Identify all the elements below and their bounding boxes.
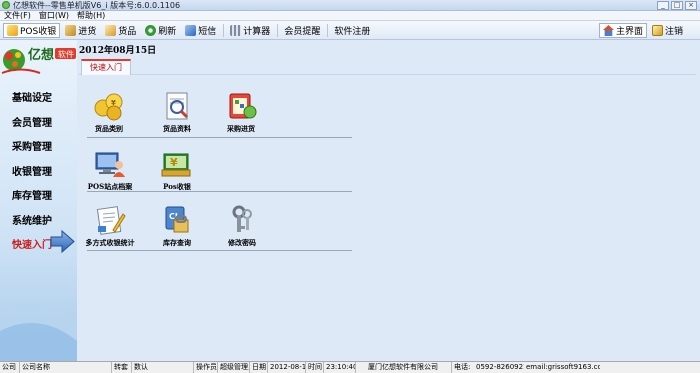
maximize-button[interactable]: □: [671, 1, 683, 10]
active-arrow-icon: [50, 229, 75, 254]
logout-button[interactable]: 注销: [648, 23, 687, 38]
close-button[interactable]: ×: [685, 1, 697, 10]
status-email: email:grissoft9163.com: [526, 363, 600, 371]
sidebar-item-basic-settings[interactable]: 基础设定: [12, 89, 52, 104]
keys-icon: [225, 204, 259, 236]
logout-icon: [651, 25, 663, 36]
minimize-button[interactable]: _: [657, 1, 669, 10]
brand-logo: 亿想 软件: [1, 47, 76, 74]
logo-suffix-text: 软件: [58, 49, 74, 59]
status-store-label: 转套: [112, 362, 132, 373]
toolbar-separator: [277, 23, 279, 37]
status-vendor: 厦门亿想软件有限公司: [356, 362, 452, 373]
window-title: 亿想软件--零售单机版V6_i 版本号:6.0.0.1106: [13, 0, 181, 10]
tile-goods-info[interactable]: 货品资料: [144, 90, 210, 134]
tile-inventory-query-label: 库存查询: [163, 238, 191, 247]
sms-button[interactable]: 短信: [181, 23, 220, 38]
purchase-button[interactable]: 进货: [61, 23, 100, 38]
tile-pos-station[interactable]: POS站点档案: [77, 148, 143, 192]
purchase-icon: [65, 24, 77, 36]
tile-purchase-stock[interactable]: 采购进货: [208, 90, 274, 134]
menu-window[interactable]: 窗口(W): [35, 10, 73, 21]
status-company-label: 公司: [0, 362, 20, 373]
pos-station-icon: [93, 148, 127, 180]
group-divider: [87, 191, 352, 192]
pos-register-icon: ¥: [160, 148, 194, 180]
home-icon: [602, 25, 614, 36]
member-reminder-button[interactable]: 会员提醒: [280, 23, 324, 38]
status-operator-value: 超级管理员: [220, 362, 250, 373]
payment-stats-icon: [93, 204, 127, 236]
sidebar-item-quick-start[interactable]: 快速入门: [12, 236, 52, 251]
pos-cashier-icon: [7, 24, 18, 36]
status-bar: 公司 公司名称 转套 数认 操作员 超级管理员 日期 2012-08-15 时间…: [0, 361, 700, 373]
refresh-icon: [145, 24, 157, 36]
sidebar: 亿想 软件 基础设定 会员管理 采购管理 收银管理 库存管理 系统维护 快速入门: [0, 40, 77, 361]
menu-help[interactable]: 帮助(H): [73, 10, 109, 21]
tile-change-password[interactable]: 修改密码: [209, 204, 275, 248]
tile-payment-stats-label: 多方式收银统计: [85, 238, 135, 247]
main-content: 2012年08月15日 快速入门 ¥ 货品类别 货品资料 采购进货 POS站点档…: [77, 40, 700, 361]
tile-goods-info-label: 货品资料: [163, 124, 191, 133]
sidebar-item-cashier-management[interactable]: 收银管理: [12, 163, 52, 178]
app-icon: [2, 1, 10, 9]
tile-change-password-label: 修改密码: [228, 238, 256, 247]
sidebar-item-system-maintenance[interactable]: 系统维护: [12, 212, 52, 227]
status-operator-label: 操作员: [196, 362, 218, 373]
toolbar-right: 主界面 注销: [598, 23, 688, 38]
menu-file[interactable]: 文件(F): [0, 10, 35, 21]
goods-info-icon: [160, 90, 194, 122]
group-divider: [87, 137, 352, 138]
pos-cashier-button[interactable]: POS收银: [3, 22, 61, 38]
tab-quick-start[interactable]: 快速入门: [81, 59, 131, 75]
tile-inventory-query[interactable]: CJ 库存查询: [144, 204, 210, 248]
status-store-value: 数认: [132, 362, 194, 373]
calculator-button[interactable]: 计算器: [226, 23, 274, 38]
tile-goods-category-label: 货品类别: [95, 124, 123, 133]
status-phone-value: 0592-8260921: [476, 363, 524, 371]
inventory-query-icon: CJ: [160, 204, 194, 236]
software-register-button[interactable]: 软件注册: [330, 23, 374, 38]
goods-icon: [105, 24, 117, 36]
tile-purchase-stock-label: 采购进货: [227, 124, 255, 133]
tab-strip: 快速入门: [79, 56, 696, 75]
status-date-value: 2012-08-15: [270, 362, 306, 373]
window-controls: _ □ ×: [657, 1, 697, 10]
svg-text:¥: ¥: [111, 99, 116, 107]
decorative-wave: [0, 303, 77, 361]
goods-category-icon: ¥: [92, 90, 126, 122]
status-phone-label: 电话:: [454, 363, 471, 371]
calculator-icon: [230, 24, 242, 36]
group-divider: [87, 250, 352, 251]
logo-brand-text: 亿想: [28, 47, 54, 63]
refresh-button[interactable]: 刷新: [141, 23, 180, 38]
goods-button[interactable]: 货品: [101, 23, 140, 38]
sidebar-item-inventory-management[interactable]: 库存管理: [12, 187, 52, 202]
svg-text:¥: ¥: [170, 156, 178, 169]
current-date: 2012年08月15日: [79, 46, 157, 56]
home-button[interactable]: 主界面: [598, 23, 647, 38]
status-time-label: 时间: [308, 362, 324, 373]
tile-goods-category[interactable]: ¥ 货品类别: [76, 90, 142, 134]
status-company-value: 公司名称: [20, 362, 112, 373]
menu-bar: 文件(F) 窗口(W) 帮助(H): [0, 11, 700, 21]
tile-pos-register[interactable]: ¥ Pos收银: [144, 148, 210, 192]
sidebar-item-purchase-management[interactable]: 采购管理: [12, 138, 52, 153]
sms-icon: [185, 24, 197, 36]
status-time-value: 23:10:40: [326, 362, 356, 373]
status-date-label: 日期: [252, 362, 268, 373]
toolbar-separator: [327, 23, 329, 37]
sidebar-item-member-management[interactable]: 会员管理: [12, 114, 52, 129]
tile-payment-stats[interactable]: 多方式收银统计: [77, 204, 143, 248]
toolbar-separator: [223, 23, 225, 37]
toolbar: POS收银 进货 货品 刷新 短信 计算器 会员提醒 软件注册 主界面 注销: [0, 21, 700, 40]
purchase-stock-icon: [224, 90, 258, 122]
